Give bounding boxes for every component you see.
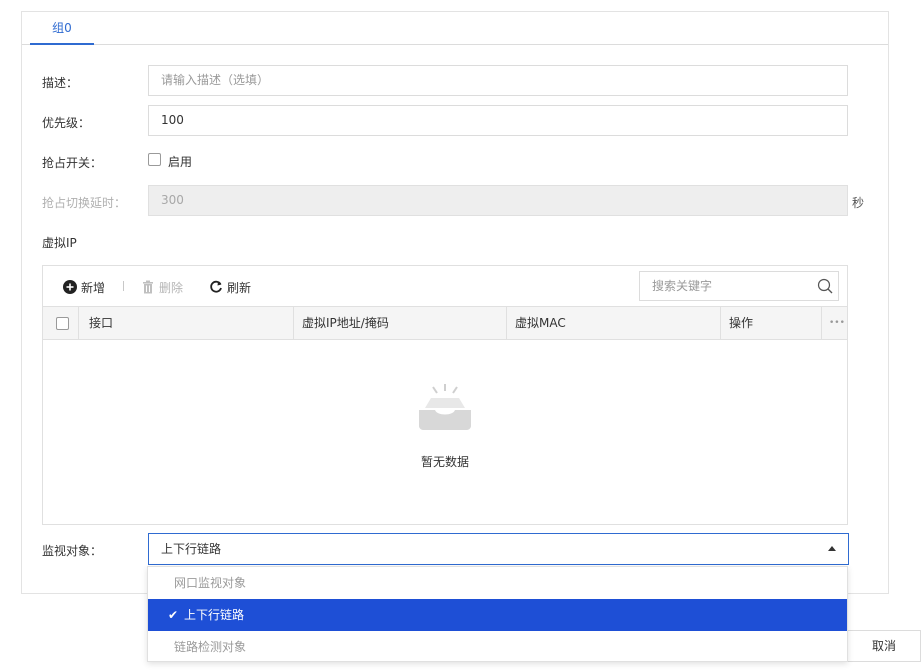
column-divider: [293, 307, 294, 339]
option-label: 上下行链路: [184, 608, 245, 622]
column-virtual-ip[interactable]: 虚拟IP地址/掩码: [296, 307, 389, 339]
table-header: 接口 虚拟IP地址/掩码 虚拟MAC 操作 •••: [43, 306, 847, 340]
preempt-delay-input: 300: [148, 185, 848, 216]
plus-circle-icon: [63, 280, 77, 294]
tab-group-0[interactable]: 组0: [30, 12, 94, 45]
column-divider: [720, 307, 721, 339]
column-more-icon[interactable]: •••: [823, 307, 845, 339]
preempt-label: 抢占开关：: [42, 156, 103, 170]
add-button-label: 新增: [81, 280, 106, 295]
delete-button[interactable]: 删除: [141, 278, 183, 296]
refresh-button[interactable]: 刷新: [209, 278, 251, 296]
select-all-checkbox[interactable]: [56, 317, 69, 330]
option-port-monitor[interactable]: 网口监视对象: [148, 567, 847, 599]
tab-bar: 组0: [22, 12, 888, 45]
preempt-delay-label: 抢占切换延时：: [42, 196, 127, 210]
preempt-checkbox-label: 启用: [168, 155, 193, 169]
option-label: 网口监视对象: [174, 576, 247, 590]
refresh-icon: [210, 280, 222, 293]
check-icon: ✔: [168, 608, 179, 622]
toolbar-separator: [123, 281, 124, 291]
monitor-label: 监视对象：: [42, 544, 103, 558]
column-divider: [78, 307, 79, 339]
monitor-select-value: 上下行链路: [161, 542, 222, 556]
description-label: 描述：: [42, 76, 79, 90]
monitor-select[interactable]: 上下行链路: [148, 533, 849, 565]
column-divider: [821, 307, 822, 339]
preempt-checkbox[interactable]: [148, 153, 161, 166]
cancel-button[interactable]: 取消: [847, 630, 921, 662]
description-input[interactable]: 请输入描述（选填）: [148, 65, 848, 96]
option-link-detection[interactable]: 链路检测对象: [148, 631, 847, 663]
virtual-ip-grid: 新增 删除 刷新 搜索关键字 接口 虚拟IP地址/掩码 虚拟MAC 操作 •••…: [42, 265, 848, 525]
virtual-ip-title: 虚拟IP: [42, 236, 77, 250]
option-label: 链路检测对象: [174, 640, 247, 654]
empty-text: 暂无数据: [420, 455, 469, 469]
monitor-dropdown: 网口监视对象 ✔ 上下行链路 链路检测对象: [147, 566, 848, 662]
column-virtual-mac[interactable]: 虚拟MAC: [509, 307, 566, 339]
trash-icon: [143, 280, 153, 294]
column-interface[interactable]: 接口: [83, 307, 113, 339]
column-actions[interactable]: 操作: [723, 307, 753, 339]
priority-label: 优先级：: [42, 116, 91, 130]
column-divider: [506, 307, 507, 339]
search-input[interactable]: 搜索关键字: [639, 271, 839, 301]
add-button[interactable]: 新增: [63, 278, 105, 296]
refresh-button-label: 刷新: [227, 280, 252, 295]
caret-up-icon: [828, 546, 836, 551]
search-icon[interactable]: [817, 278, 833, 294]
empty-inbox-icon: [419, 384, 471, 430]
seconds-unit: 秒: [852, 196, 865, 210]
priority-input[interactable]: 100: [148, 105, 848, 136]
group-panel: 组0 描述： 请输入描述（选填） 优先级： 100 抢占开关： 启用 抢占切换延…: [21, 11, 889, 594]
delete-button-label: 删除: [159, 280, 184, 295]
option-uplink-downlink[interactable]: ✔ 上下行链路: [148, 599, 847, 631]
